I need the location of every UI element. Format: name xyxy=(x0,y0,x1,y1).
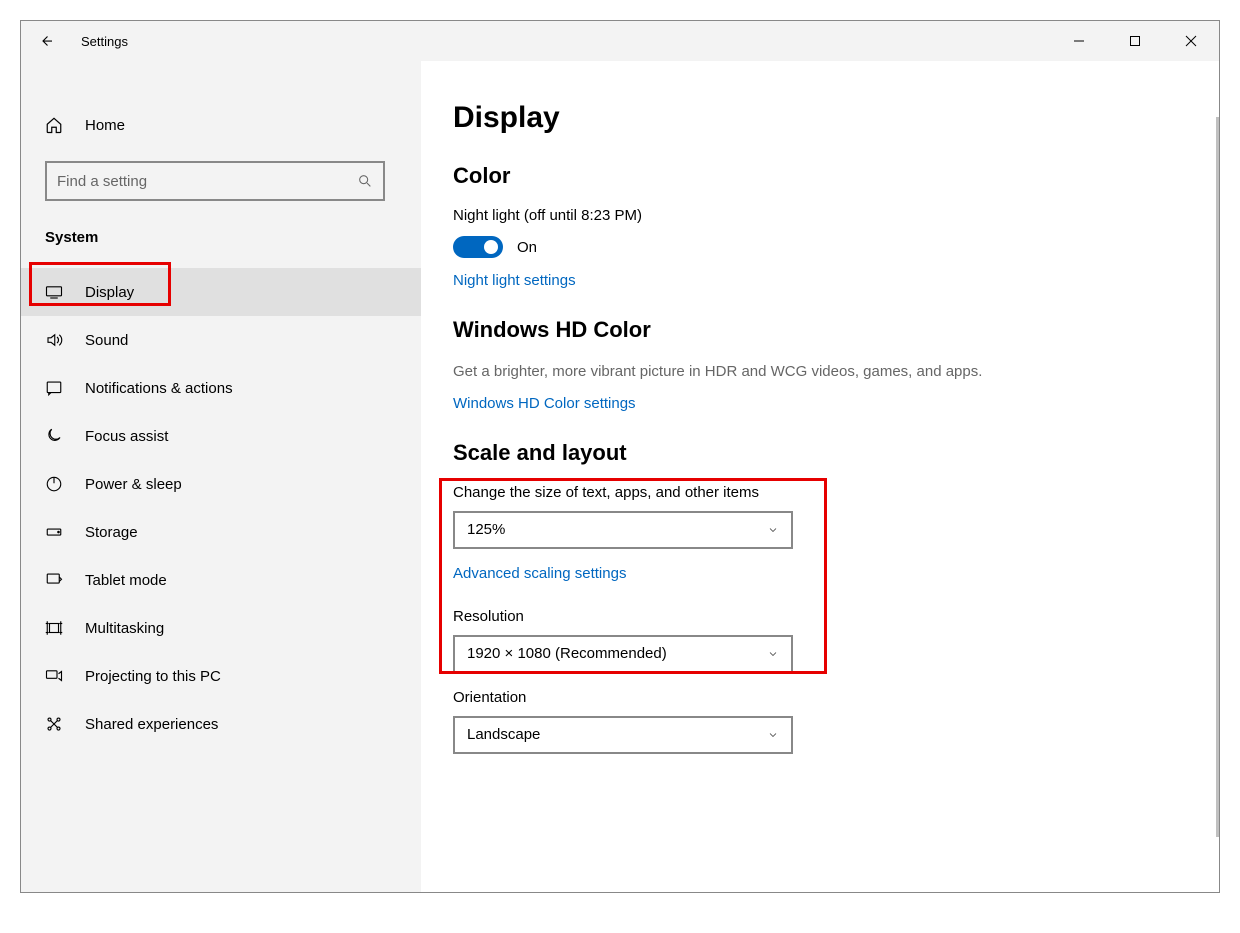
chevron-down-icon xyxy=(767,729,779,741)
sidebar-item-multitasking[interactable]: Multitasking xyxy=(21,604,421,652)
main-panel: Display Color Night light (off until 8:2… xyxy=(421,61,1219,892)
section-color-heading: Color xyxy=(453,163,1099,189)
project-icon xyxy=(45,667,77,685)
sidebar-item-label: Storage xyxy=(77,524,138,541)
maximize-button[interactable] xyxy=(1107,21,1163,61)
sidebar-item-label: Sound xyxy=(77,332,128,349)
sidebar-item-label: Notifications & actions xyxy=(77,380,233,397)
sidebar-item-label: Projecting to this PC xyxy=(77,668,221,685)
window-controls xyxy=(1051,21,1219,61)
close-button[interactable] xyxy=(1163,21,1219,61)
multitask-icon xyxy=(45,619,77,637)
power-icon xyxy=(45,475,77,493)
section-hdcolor-heading: Windows HD Color xyxy=(453,317,1099,343)
search-input[interactable] xyxy=(57,173,357,190)
scrollbar[interactable] xyxy=(1216,117,1219,837)
settings-window: Settings Home xyxy=(20,20,1220,893)
sidebar-item-projecting[interactable]: Projecting to this PC xyxy=(21,652,421,700)
sidebar-item-sound[interactable]: Sound xyxy=(21,316,421,364)
sidebar-item-label: Power & sleep xyxy=(77,476,182,493)
night-light-status: Night light (off until 8:23 PM) xyxy=(453,207,1099,224)
search-icon xyxy=(357,173,373,189)
orientation-label: Orientation xyxy=(453,689,1099,706)
chevron-down-icon xyxy=(767,524,779,536)
close-icon xyxy=(1185,35,1197,47)
resolution-label: Resolution xyxy=(453,608,1099,625)
home-icon xyxy=(45,116,77,134)
orientation-value: Landscape xyxy=(467,726,540,743)
orientation-select[interactable]: Landscape xyxy=(453,716,793,754)
advanced-scaling-link[interactable]: Advanced scaling settings xyxy=(453,565,626,582)
app-title: Settings xyxy=(71,34,128,49)
resolution-select[interactable]: 1920 × 1080 (Recommended) xyxy=(453,635,793,673)
sidebar-item-label: Focus assist xyxy=(77,428,168,445)
sidebar-item-display[interactable]: Display xyxy=(21,268,421,316)
storage-icon xyxy=(45,523,77,541)
monitor-icon xyxy=(45,283,77,301)
home-label: Home xyxy=(77,117,125,134)
share-icon xyxy=(45,715,77,733)
back-arrow-icon xyxy=(37,32,55,50)
sidebar-item-notifications[interactable]: Notifications & actions xyxy=(21,364,421,412)
sidebar-item-label: Multitasking xyxy=(77,620,164,637)
scale-select[interactable]: 125% xyxy=(453,511,793,549)
moon-icon xyxy=(45,427,77,445)
minimize-button[interactable] xyxy=(1051,21,1107,61)
home-nav[interactable]: Home xyxy=(21,101,421,149)
sidebar-item-tablet-mode[interactable]: Tablet mode xyxy=(21,556,421,604)
toggle-state-label: On xyxy=(517,239,537,256)
sidebar-nav-list: Display Sound Notifications & actions Fo… xyxy=(21,268,421,748)
resolution-value: 1920 × 1080 (Recommended) xyxy=(467,645,667,662)
minimize-icon xyxy=(1073,35,1085,47)
notification-icon xyxy=(45,379,77,397)
sidebar: Home System Display Sound xyxy=(21,61,421,892)
scale-change-label: Change the size of text, apps, and other… xyxy=(453,484,1099,501)
scale-value: 125% xyxy=(467,521,505,538)
night-light-settings-link[interactable]: Night light settings xyxy=(453,272,576,289)
sidebar-group-label: System xyxy=(21,209,421,258)
sidebar-item-label: Display xyxy=(77,284,134,301)
maximize-icon xyxy=(1129,35,1141,47)
sidebar-item-focus-assist[interactable]: Focus assist xyxy=(21,412,421,460)
sidebar-item-storage[interactable]: Storage xyxy=(21,508,421,556)
night-light-toggle[interactable] xyxy=(453,236,503,258)
tablet-icon xyxy=(45,571,77,589)
back-button[interactable] xyxy=(21,21,71,61)
sidebar-item-shared-experiences[interactable]: Shared experiences xyxy=(21,700,421,748)
sidebar-item-power-sleep[interactable]: Power & sleep xyxy=(21,460,421,508)
sidebar-item-label: Shared experiences xyxy=(77,716,218,733)
hdcolor-description: Get a brighter, more vibrant picture in … xyxy=(453,361,993,383)
titlebar: Settings xyxy=(21,21,1219,61)
content-area: Home System Display Sound xyxy=(21,61,1219,892)
page-title: Display xyxy=(453,101,1099,135)
speaker-icon xyxy=(45,331,77,349)
search-input-wrap[interactable] xyxy=(45,161,385,201)
hdcolor-settings-link[interactable]: Windows HD Color settings xyxy=(453,395,636,412)
section-scale-heading: Scale and layout xyxy=(453,440,1099,466)
sidebar-item-label: Tablet mode xyxy=(77,572,167,589)
chevron-down-icon xyxy=(767,648,779,660)
